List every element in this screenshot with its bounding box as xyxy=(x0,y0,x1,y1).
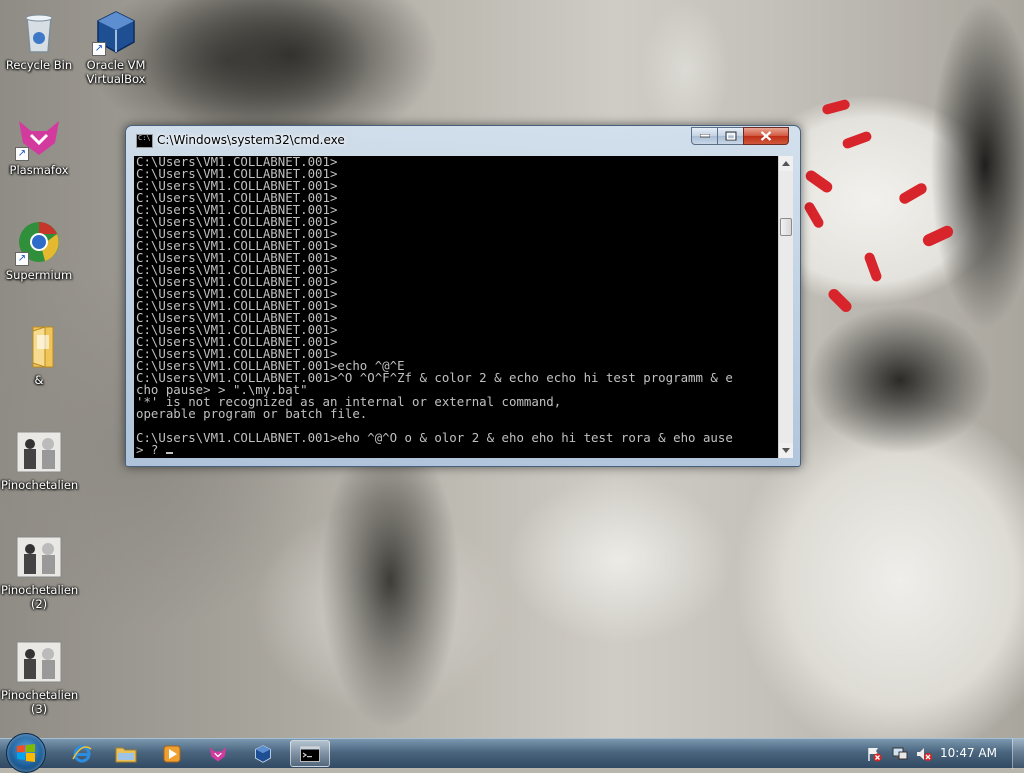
minimize-button[interactable] xyxy=(691,127,718,145)
chevron-down-icon xyxy=(782,448,790,453)
shortcut-arrow-icon: ↗ xyxy=(15,147,29,161)
close-icon xyxy=(760,131,772,141)
desktop-icon-supermium[interactable]: ↗ Supermium xyxy=(1,218,77,282)
desktop-icon-plasmafox[interactable]: ↗ Plasmafox xyxy=(1,113,77,177)
plasmafox-icon: ↗ xyxy=(15,113,63,161)
desktop-icon-label: Recycle Bin xyxy=(5,58,73,72)
wallpaper-red-mark xyxy=(897,181,929,206)
wallpaper-red-mark xyxy=(802,200,826,230)
taskbar-internet-explorer[interactable] xyxy=(62,740,102,767)
desktop-icon-label: Oracle VM VirtualBox xyxy=(86,58,146,86)
scroll-up-button[interactable] xyxy=(779,156,793,171)
vertical-scrollbar[interactable] xyxy=(778,156,793,458)
maximize-button[interactable] xyxy=(717,127,744,145)
maximize-icon xyxy=(725,131,736,141)
shortcut-arrow-icon: ↗ xyxy=(15,252,29,266)
network-icon[interactable] xyxy=(892,746,908,762)
windows-logo-icon xyxy=(17,744,35,762)
minimize-icon xyxy=(699,134,710,138)
image-thumbnail-icon xyxy=(15,638,63,686)
image-thumbnail-icon xyxy=(15,428,63,476)
close-button[interactable] xyxy=(743,127,789,145)
wallpaper-red-mark xyxy=(841,130,873,150)
scrollbar-thumb[interactable] xyxy=(780,218,792,236)
desktop-icon-label: Pinochetalien (2) xyxy=(1,583,79,611)
desktop-icon-virtualbox[interactable]: ↗ Oracle VM VirtualBox xyxy=(78,8,154,86)
image-thumbnail-icon xyxy=(15,533,63,581)
virtualbox-icon xyxy=(255,744,271,763)
wallpaper-red-mark xyxy=(863,251,883,283)
start-button[interactable] xyxy=(6,733,46,773)
internet-explorer-icon xyxy=(72,745,92,762)
taskbar-cmd[interactable] xyxy=(290,740,330,767)
shortcut-arrow-icon: ↗ xyxy=(92,42,106,56)
cmd-window[interactable]: C:\Windows\system32\cmd.exe C:\Users\VM1… xyxy=(125,125,801,467)
taskbar-virtualbox[interactable] xyxy=(243,740,283,767)
desktop-icon-label: Pinochetalien (3) xyxy=(1,688,79,716)
wallpaper-red-mark xyxy=(821,98,851,116)
console-text: C:\Users\VM1.COLLABNET.001> C:\Users\VM1… xyxy=(134,156,778,456)
desktop-icon-label: Plasmafox xyxy=(9,163,69,177)
recycle-bin-icon xyxy=(15,8,63,56)
window-title: C:\Windows\system32\cmd.exe xyxy=(157,133,345,147)
wallpaper-red-mark xyxy=(803,168,835,195)
desktop-icon-pinochetalien-2[interactable]: Pinochetalien (2) xyxy=(1,533,79,611)
plasmafox-icon xyxy=(209,746,227,761)
wallpaper-shape xyxy=(640,0,730,140)
desktop-icon-recycle-bin[interactable]: Recycle Bin xyxy=(1,8,77,72)
text-cursor xyxy=(165,452,173,454)
supermium-icon: ↗ xyxy=(15,218,63,266)
desktop-icon-folder[interactable]: & xyxy=(1,323,77,387)
cmd-icon xyxy=(136,134,153,148)
scroll-down-button[interactable] xyxy=(779,443,793,458)
wallpaper-shape xyxy=(930,0,1024,330)
desktop-icon-label: Supermium xyxy=(5,268,73,282)
desktop-icon-label: & xyxy=(34,373,44,387)
action-center-flag-icon[interactable] xyxy=(866,746,882,762)
folder-icon xyxy=(15,323,63,371)
console-output[interactable]: C:\Users\VM1.COLLABNET.001> C:\Users\VM1… xyxy=(134,156,778,458)
chevron-up-icon xyxy=(782,161,790,166)
virtualbox-icon: ↗ xyxy=(92,8,140,56)
wallpaper-red-mark xyxy=(826,286,854,315)
media-player-icon xyxy=(163,745,181,762)
wallpaper-shape xyxy=(320,430,460,730)
cmd-icon xyxy=(300,745,320,762)
show-desktop-button[interactable] xyxy=(1012,739,1024,769)
taskbar-clock[interactable]: 10:47 AM xyxy=(940,746,997,760)
taskbar-plasmafox[interactable] xyxy=(198,740,238,767)
taskbar-windows-explorer[interactable] xyxy=(106,740,146,767)
volume-muted-icon[interactable] xyxy=(916,746,932,762)
windows-explorer-icon xyxy=(115,747,137,762)
taskbar-media-player[interactable] xyxy=(152,740,192,767)
desktop-icon-label: Pinochetalien xyxy=(1,478,79,492)
desktop-icon-pinochetalien-3[interactable]: Pinochetalien (3) xyxy=(1,638,79,716)
console-lines: C:\Users\VM1.COLLABNET.001> C:\Users\VM1… xyxy=(136,156,733,457)
window-titlebar[interactable]: C:\Windows\system32\cmd.exe xyxy=(126,126,800,154)
taskbar: 10:47 AM xyxy=(0,733,1024,773)
desktop-icon-pinochetalien[interactable]: Pinochetalien xyxy=(1,428,79,492)
